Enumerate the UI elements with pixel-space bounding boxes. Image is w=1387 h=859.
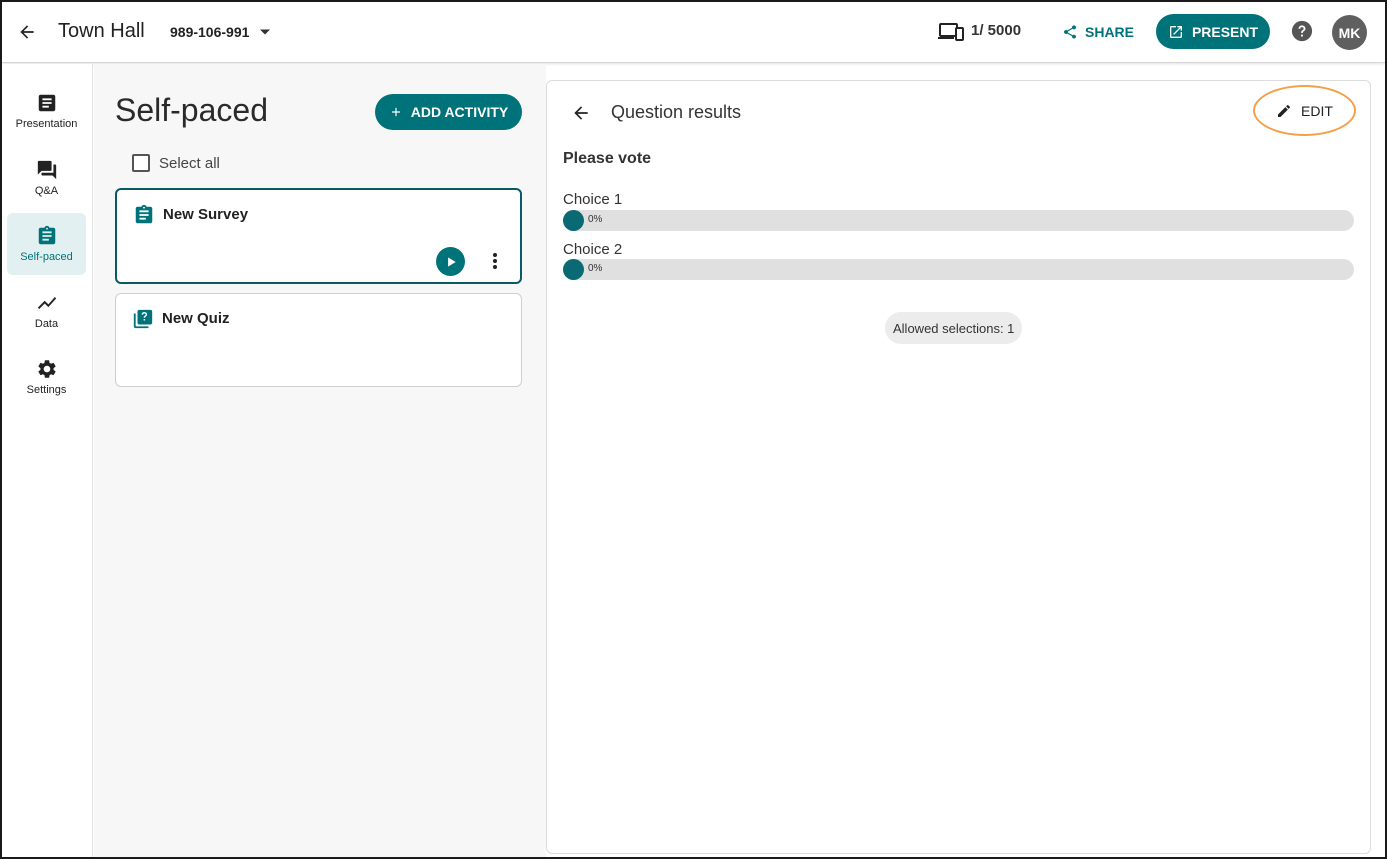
survey-icon [133,204,155,226]
result-percent: 0% [588,214,603,225]
select-all-label: Select all [159,154,220,172]
allowed-selections-badge: Allowed selections: 1 [885,312,1023,344]
pencil-icon [1278,104,1291,117]
add-activity-label: ADD ACTIVITY [410,104,509,120]
result-percent: 0% [588,263,603,274]
share-button[interactable]: SHARE [1054,16,1142,48]
share-label: SHARE [1085,24,1135,40]
choice-label: Choice 2 [563,241,623,258]
sidebar-item-label: Data [34,318,59,330]
open-external-icon [1169,25,1182,38]
back-arrow-icon[interactable] [14,19,40,45]
result-bar: 0% [563,210,1354,231]
play-button[interactable] [436,247,465,276]
quiz-icon [132,308,154,330]
devices-icon [938,21,964,43]
present-label: PRESENT [1191,23,1259,40]
question-text: Please vote [563,150,652,167]
event-code[interactable]: 989-106-991 [170,24,249,40]
more-options-icon[interactable] [485,250,505,272]
play-icon [447,256,456,267]
back-arrow-icon[interactable] [569,101,593,125]
card-title: New Survey [163,206,249,223]
activity-card-survey[interactable]: New Survey [115,188,522,284]
sidebar-item-self-paced[interactable]: Self-paced [7,213,86,275]
chart-line-icon [37,297,56,309]
edit-button[interactable]: EDIT [1253,85,1356,136]
sidebar-item-label: Self-paced [20,251,73,263]
question-results-panel: Question results EDIT Please vote Choice… [546,80,1371,854]
sidebar-item-presentation[interactable]: Presentation [7,80,86,142]
sidebar-item-label: Presentation [15,118,78,130]
share-icon [1064,25,1076,39]
clipboard-icon [38,225,55,245]
card-title: New Quiz [162,310,230,327]
edit-label: EDIT [1301,102,1333,119]
add-activity-button[interactable]: ADD ACTIVITY [375,94,522,130]
activities-panel: Self-paced ADD ACTIVITY Select all New S… [94,64,546,857]
attendee-count: 1/ 5000 [971,22,1022,39]
sidebar-item-qa[interactable]: Q&A [7,147,86,209]
present-button[interactable]: PRESENT [1156,14,1270,49]
sidebar-item-label: Q&A [34,185,59,197]
sidebar-item-data[interactable]: Data [7,280,86,342]
sidebar-item-settings[interactable]: Settings [7,346,86,408]
plus-icon [391,107,400,117]
event-title: Town Hall [58,20,145,42]
checkbox[interactable] [132,154,150,172]
left-navigation: Presentation Q&A Self-paced Data Setting… [2,64,93,857]
result-bar-fill [563,259,584,280]
chevron-down-icon[interactable] [258,24,272,40]
page-title: Self-paced [115,92,268,128]
select-all-checkbox[interactable]: Select all [132,154,220,172]
sidebar-item-label: Settings [26,384,67,396]
qa-icon [37,160,56,180]
help-icon[interactable] [1291,20,1313,42]
activity-card-quiz[interactable]: New Quiz [115,293,522,387]
avatar[interactable]: MK [1332,15,1367,50]
result-bar: 0% [563,259,1354,280]
choice-label: Choice 1 [563,191,623,208]
results-title: Question results [611,102,742,122]
presentation-icon [38,94,55,112]
gear-icon [37,360,56,378]
result-bar-fill [563,210,584,231]
app-window: Town Hall 989-106-991 1/ 5000 SHARE PRES… [0,0,1387,859]
top-bar: Town Hall 989-106-991 1/ 5000 SHARE PRES… [2,2,1385,63]
